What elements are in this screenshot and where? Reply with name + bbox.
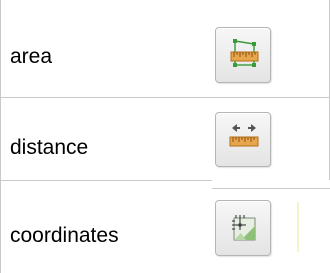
area-ruler-icon bbox=[230, 39, 259, 67]
coordinates-icon bbox=[232, 215, 256, 241]
distance-label: distance bbox=[10, 136, 89, 159]
coordinates-label: coordinates bbox=[10, 224, 119, 247]
area-button[interactable] bbox=[215, 27, 271, 83]
distance-button[interactable] bbox=[215, 112, 271, 167]
area-row: area bbox=[0, 0, 330, 97]
faint-highlight bbox=[297, 202, 299, 252]
coordinates-row: coordinates bbox=[0, 180, 330, 273]
coordinates-button[interactable] bbox=[215, 200, 271, 256]
area-label: area bbox=[10, 45, 53, 68]
distance-ruler-icon bbox=[229, 124, 259, 147]
measurement-tools-table: area distance coordinates bbox=[0, 0, 330, 273]
distance-row: distance bbox=[0, 97, 330, 180]
